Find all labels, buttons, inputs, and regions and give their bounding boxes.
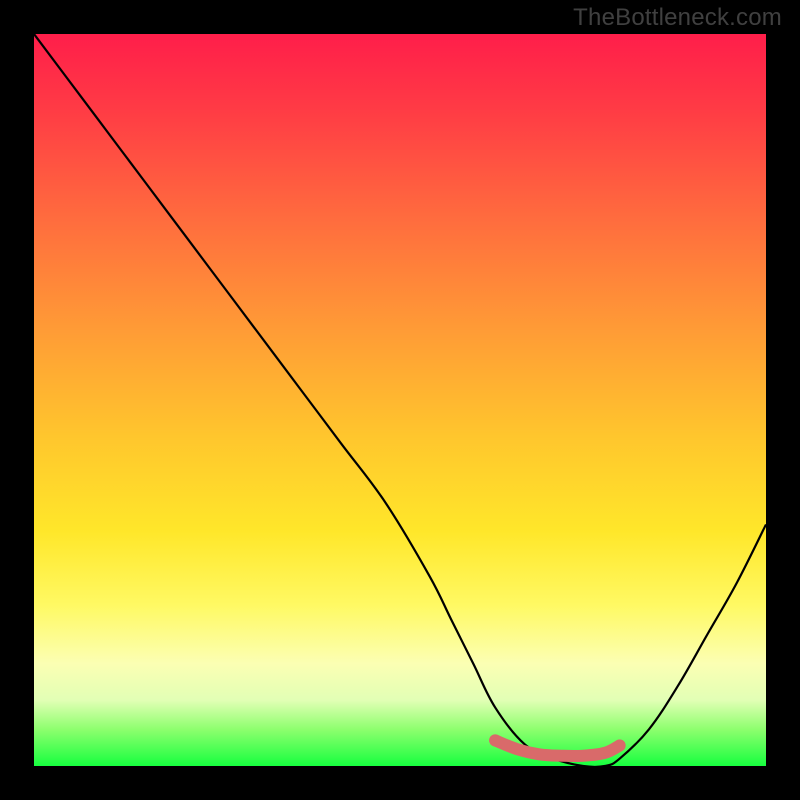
optimal-band-start-dot [489, 734, 501, 746]
curve-layer [34, 34, 766, 766]
bottleneck-curve [34, 34, 766, 766]
chart-frame: TheBottleneck.com [0, 0, 800, 800]
optimal-band-end-dot [614, 740, 626, 752]
plot-area [34, 34, 766, 766]
optimal-band [495, 740, 619, 756]
watermark-text: TheBottleneck.com [573, 4, 782, 32]
